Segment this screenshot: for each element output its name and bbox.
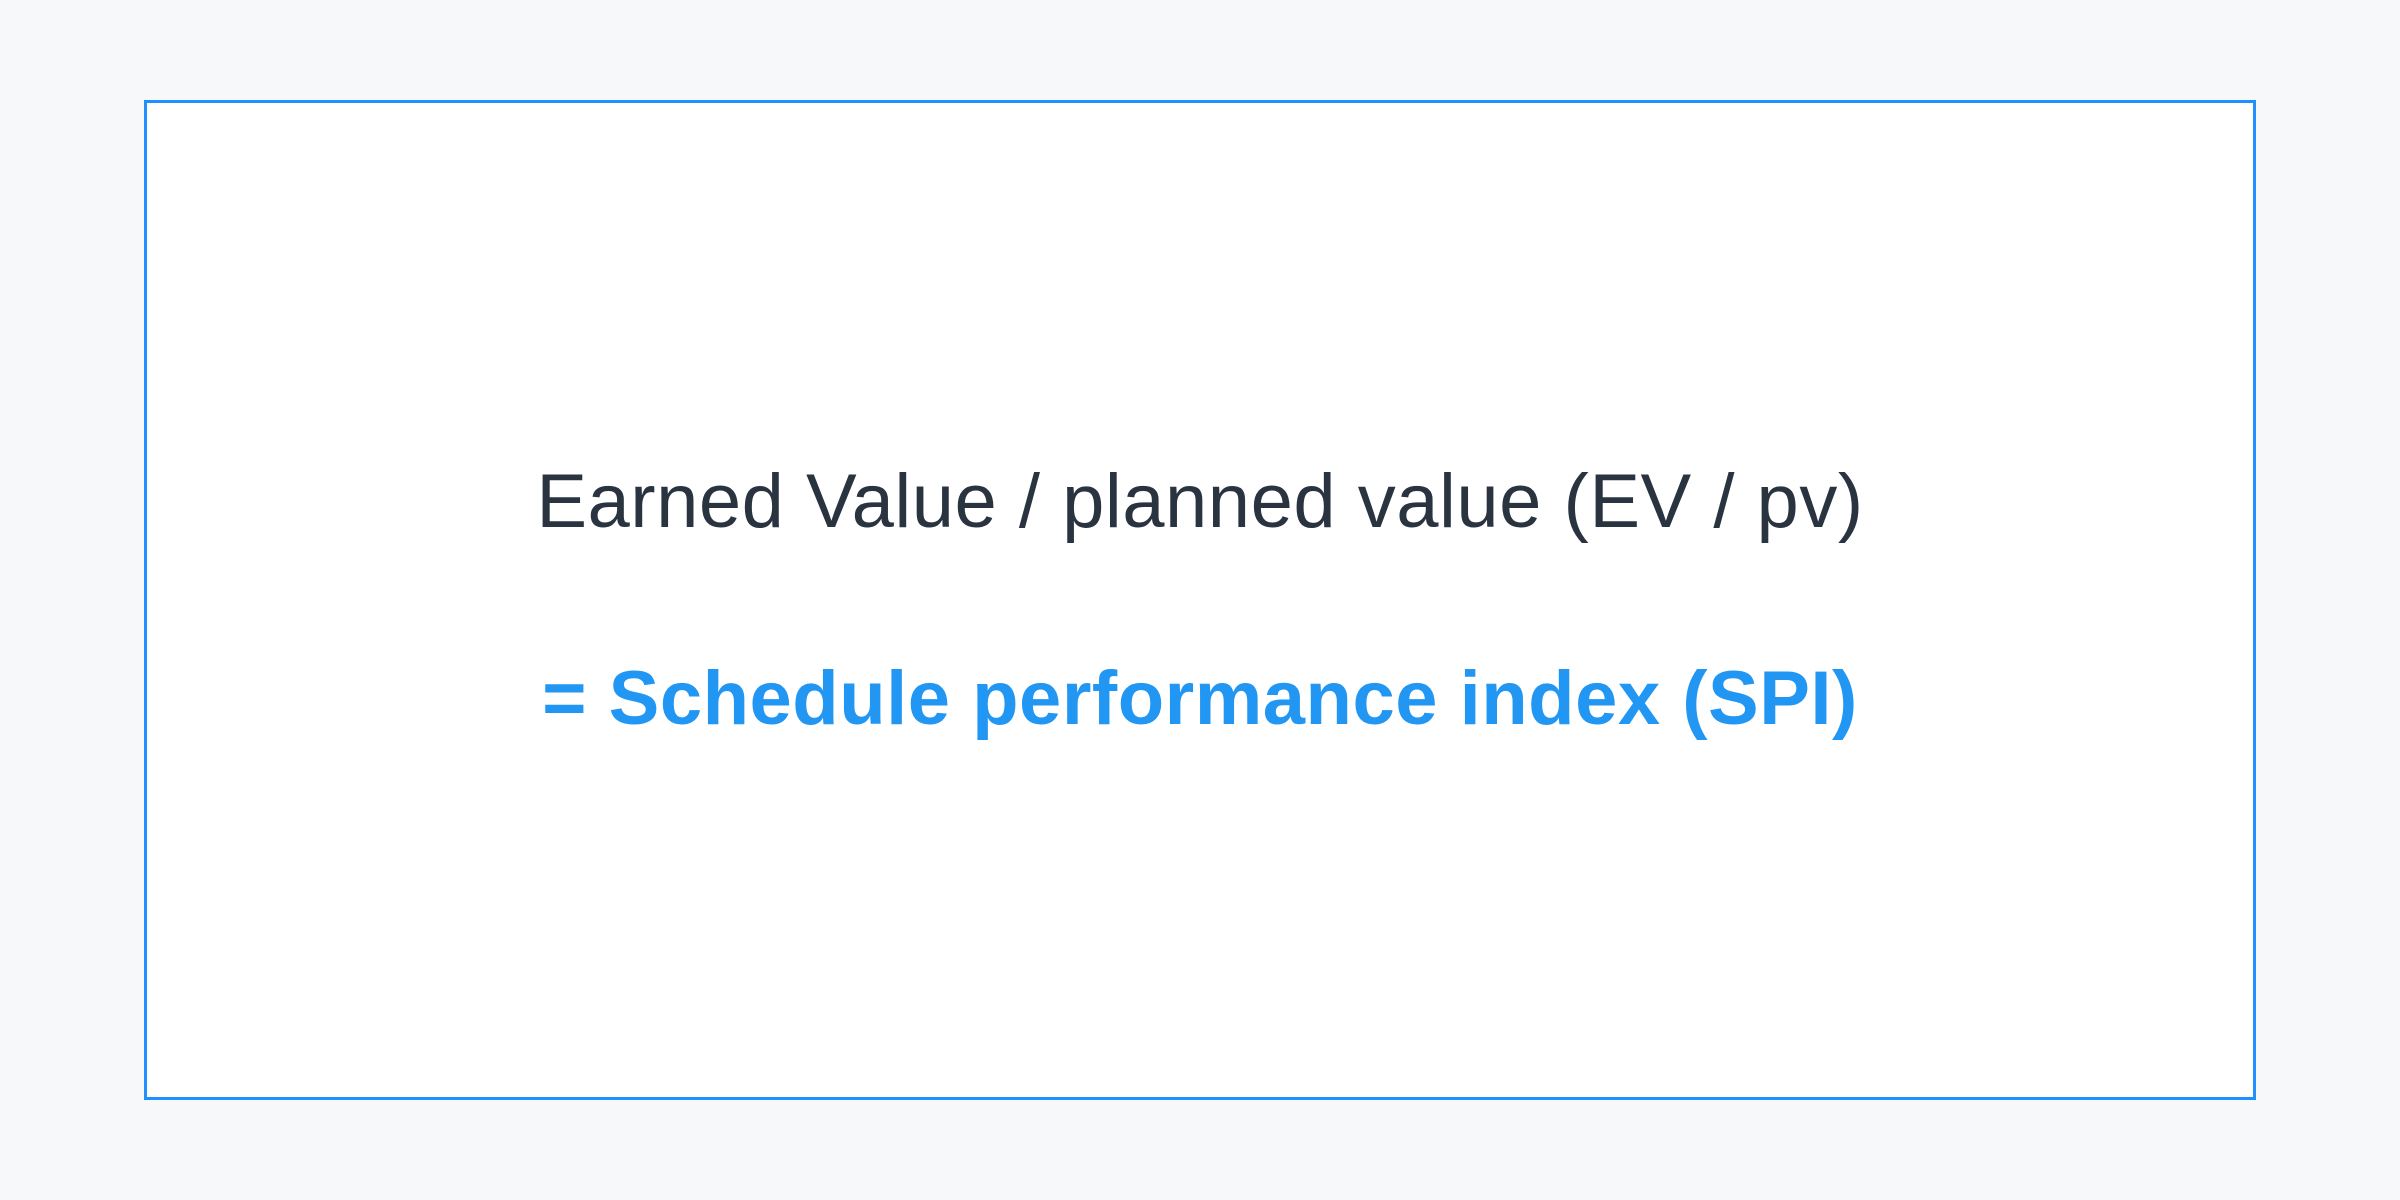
formula-line-2: = Schedule performance index (SPI): [542, 655, 1858, 742]
formula-line-1: Earned Value / planned value (EV / pv): [536, 458, 1863, 545]
formula-card: Earned Value / planned value (EV / pv) =…: [144, 100, 2256, 1100]
